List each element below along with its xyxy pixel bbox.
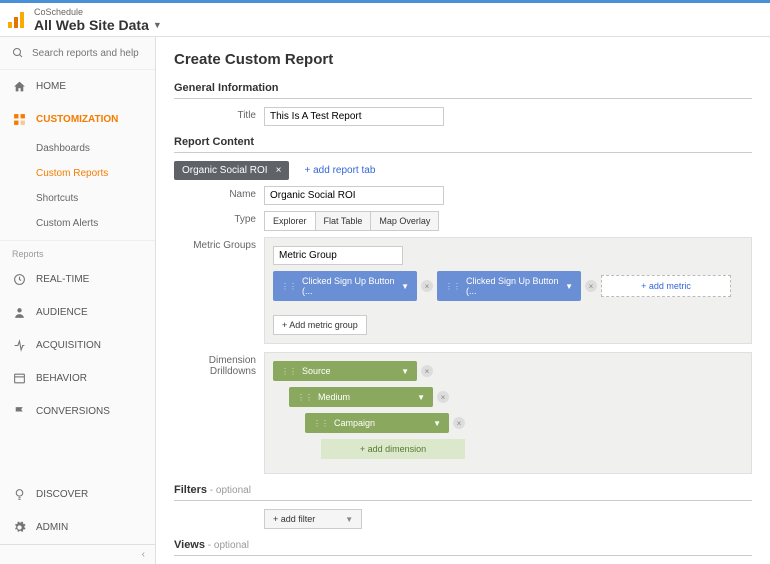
nav-realtime[interactable]: REAL-TIME [0,263,155,296]
home-icon [12,80,26,93]
sub-shortcuts[interactable]: Shortcuts [0,186,155,211]
page-title: Create Custom Report [174,51,752,68]
chevron-down-icon: ▼ [401,282,409,291]
nav-home[interactable]: HOME [0,70,155,103]
dimensions-panel: ⋮⋮Source▼ × ⋮⋮Medium▼ × ⋮⋮Campaign▼ × + add… [264,352,752,474]
acquisition-icon [12,339,26,352]
grip-icon: ⋮⋮ [313,419,329,428]
type-map-overlay[interactable]: Map Overlay [370,211,439,231]
chevron-down-icon: ▼ [417,393,425,402]
grip-icon: ⋮⋮ [297,393,313,402]
main-content: Create Custom Report General Information… [156,37,770,564]
section-views: Views - optional [174,539,752,556]
search-row[interactable] [0,37,155,70]
add-filter[interactable]: + add filter▼ [264,509,362,529]
section-filters: Filters - optional [174,484,752,501]
grip-icon: ⋮⋮ [281,282,297,291]
label-metric-groups: Metric Groups [174,237,264,344]
metric-chip[interactable]: ⋮⋮Clicked Sign Up Button (...▼ [273,271,417,301]
type-flat-table[interactable]: Flat Table [315,211,372,231]
app-header: CoSchedule All Web Site Data ▼ [0,3,770,37]
ga-logo-icon [8,12,24,28]
nav-customization[interactable]: CUSTOMIZATION [0,103,155,136]
nav-conversions[interactable]: CONVERSIONS [0,395,155,428]
add-dimension[interactable]: + add dimension [321,439,465,459]
add-metric-group[interactable]: + Add metric group [273,315,367,335]
dimension-chip[interactable]: ⋮⋮Medium▼ [289,387,433,407]
nav-acquisition[interactable]: ACQUISITION [0,329,155,362]
sidebar: HOME CUSTOMIZATION Dashboards Custom Rep… [0,37,156,564]
sub-custom-alerts[interactable]: Custom Alerts [0,211,155,236]
metric-group-name[interactable] [273,246,403,265]
bulb-icon [12,488,26,501]
delete-dimension[interactable]: × [453,417,465,429]
nav-audience[interactable]: AUDIENCE [0,296,155,329]
grip-icon: ⋮⋮ [281,367,297,376]
behavior-icon [12,372,26,385]
grip-icon: ⋮⋮ [445,282,461,291]
add-report-tab[interactable]: + add report tab [305,165,376,176]
label-name: Name [174,186,264,205]
delete-dimension[interactable]: × [437,391,449,403]
flag-icon [12,405,26,418]
sub-dashboards[interactable]: Dashboards [0,136,155,161]
caret-down-icon: ▼ [153,20,162,30]
gear-icon [12,521,26,534]
label-title: Title [174,107,264,126]
delete-metric[interactable]: × [585,280,597,292]
nav-admin[interactable]: ADMIN [0,511,155,544]
chevron-down-icon: ▼ [433,419,441,428]
label-dimensions: Dimension Drilldowns [174,352,264,474]
add-metric[interactable]: + add metric [601,275,731,297]
customization-icon [12,113,26,126]
sub-custom-reports[interactable]: Custom Reports [0,161,155,186]
type-explorer[interactable]: Explorer [264,211,316,231]
account-name: CoSchedule [34,7,162,17]
metric-chip[interactable]: ⋮⋮Clicked Sign Up Button (...▼ [437,271,581,301]
collapse-sidebar[interactable]: ‹ [0,544,155,564]
section-general: General Information [174,82,752,99]
person-icon [12,306,26,319]
chevron-down-icon: ▼ [401,367,409,376]
chevron-down-icon: ▼ [565,282,573,291]
search-input[interactable] [32,48,142,59]
clock-icon [12,273,26,286]
input-title[interactable] [264,107,444,126]
reports-label: Reports [0,240,155,263]
metric-groups-panel: ⋮⋮Clicked Sign Up Button (...▼ × ⋮⋮Click… [264,237,752,344]
dimension-chip[interactable]: ⋮⋮Campaign▼ [305,413,449,433]
input-name[interactable] [264,186,444,205]
search-icon [12,47,24,59]
delete-dimension[interactable]: × [421,365,433,377]
dimension-chip[interactable]: ⋮⋮Source▼ [273,361,417,381]
section-content: Report Content [174,136,752,153]
nav-discover[interactable]: DISCOVER [0,478,155,511]
close-icon[interactable]: × [276,165,282,176]
label-type: Type [174,211,264,231]
report-tab[interactable]: Organic Social ROI × [174,161,289,180]
nav-behavior[interactable]: BEHAVIOR [0,362,155,395]
chevron-down-icon: ▼ [345,515,353,524]
view-selector[interactable]: All Web Site Data ▼ [34,17,162,33]
delete-metric[interactable]: × [421,280,433,292]
